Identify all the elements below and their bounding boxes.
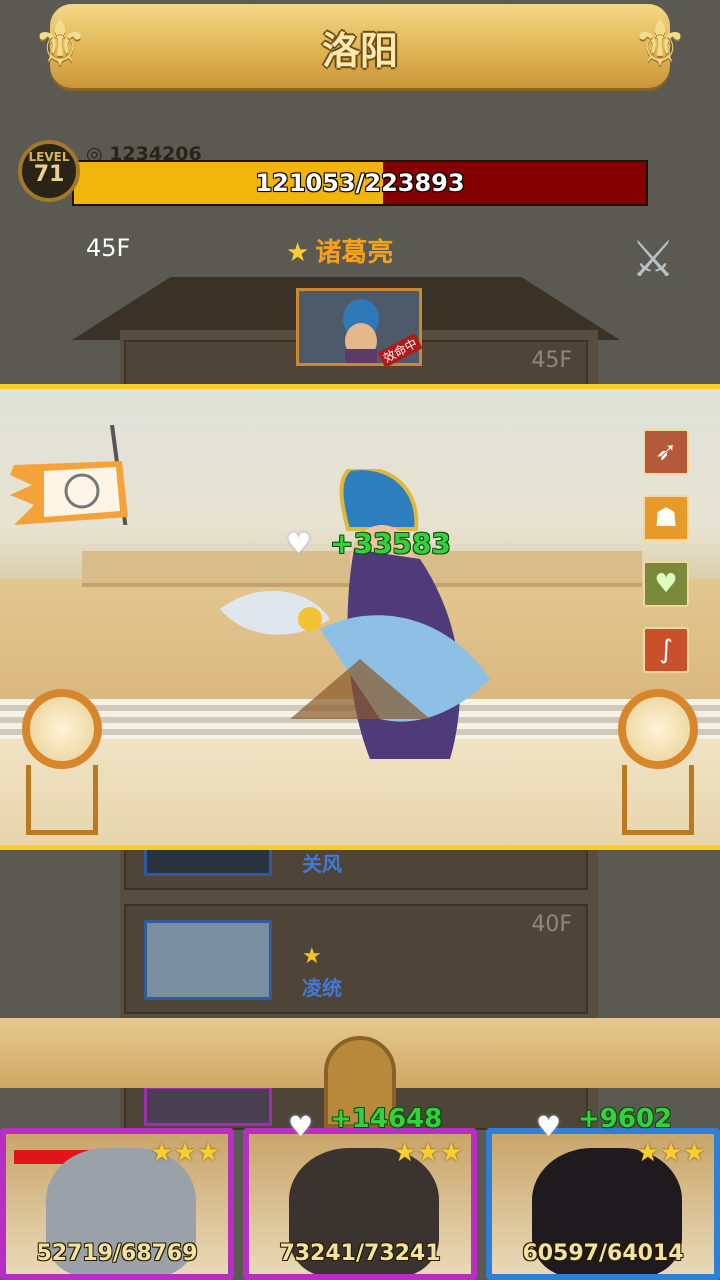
hero-hp: 60597/64014 — [522, 1241, 684, 1266]
boss-hp-text: 121053/223893 — [255, 169, 465, 197]
slot-star-icon: ★ — [302, 944, 322, 969]
boss-portrait[interactable]: 效命中 — [296, 288, 423, 368]
heal-heart-icon: ♥ — [536, 1110, 562, 1143]
crossed-swords-icon[interactable]: ⚔ — [618, 228, 688, 290]
slot-hero-name: 凌统 — [302, 976, 342, 1000]
hero-hp: 73241/73241 — [279, 1241, 441, 1266]
battle-scene: ♥ +33583 ➶ ☗ ♥ ∫ — [0, 384, 720, 850]
current-floor: 45F — [86, 234, 131, 262]
hero-stars: ★★★ — [150, 1138, 220, 1168]
heal-heart-icon: ♥ — [288, 1110, 314, 1143]
team-hero-card-2[interactable]: ★★★ 73241/73241 — [243, 1128, 477, 1280]
war-drum-right — [608, 689, 708, 839]
level-value: 71 — [33, 162, 65, 187]
team-hero-card-3[interactable]: ★★★ 60597/64014 — [486, 1128, 720, 1280]
title-banner: ⚜ ⚜ 洛阳 — [0, 0, 720, 100]
boss-name: ★ 诸葛亮 — [286, 232, 393, 269]
boss-hp-bar: 121053/223893 — [72, 160, 648, 206]
hero-stars: ★★★ — [636, 1138, 706, 1168]
stage-title: 洛阳 — [321, 29, 398, 73]
hero-stars: ★★★ — [393, 1138, 463, 1168]
dragon-flag-icon — [10, 425, 128, 525]
summon-skill-icon[interactable]: ☗ — [643, 495, 689, 541]
tower-slot[interactable]: 40F ★ 凌统 — [124, 904, 588, 1014]
star-icon: ★ — [286, 238, 310, 268]
slot-hero-name: 关风 — [302, 852, 342, 876]
hero-hp: 52719/68769 — [36, 1241, 198, 1266]
team-hero-card-1[interactable]: ★★★ 52719/68769 — [0, 1128, 234, 1280]
zhuge-liang-character — [220, 469, 490, 759]
boss-name-text: 诸葛亮 — [315, 238, 394, 268]
hero-portrait — [144, 1086, 272, 1126]
heal-skill-icon[interactable]: ♥ — [643, 561, 689, 607]
player-level-badge: LEVEL 71 — [18, 140, 80, 202]
floor-number: 40F — [531, 912, 572, 937]
hero-heal-popup: +9602 — [578, 1104, 673, 1134]
floor-number: 45F — [531, 348, 572, 373]
hero-portrait — [144, 920, 272, 1000]
boss-heal-popup: +33583 — [330, 527, 451, 560]
feather-skill-icon[interactable]: ➶ — [643, 429, 689, 475]
hero-heal-popup: +14648 — [330, 1104, 443, 1134]
slash-skill-icon[interactable]: ∫ — [643, 627, 689, 673]
heal-heart-icon: ♥ — [286, 527, 312, 560]
war-drum-left — [12, 689, 112, 839]
